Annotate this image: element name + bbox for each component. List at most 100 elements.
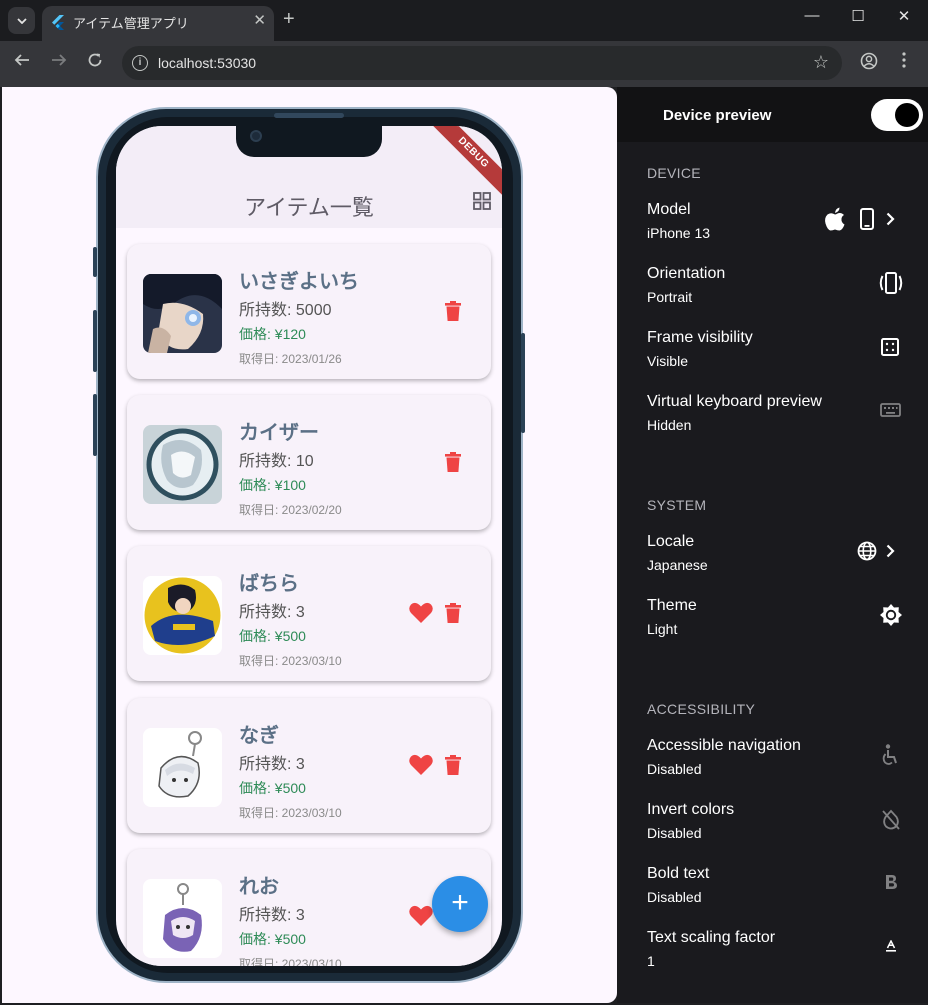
frame-visibility-label[interactable]: Frame visibility	[647, 329, 753, 347]
theme-value: Light	[647, 621, 678, 637]
apple-icon	[825, 207, 845, 231]
item-card[interactable]: いさぎよいち 所持数: 5000 価格: ¥120 取得日: 2023/01/2…	[127, 244, 491, 379]
item-image	[143, 576, 222, 655]
site-info-icon[interactable]: i	[132, 55, 148, 71]
screen-rotation-icon[interactable]	[878, 272, 904, 294]
item-name: れお	[239, 876, 279, 898]
phone-notch	[236, 126, 382, 157]
accessible-navigation-value: Disabled	[647, 761, 702, 777]
keyboard-value: Hidden	[647, 417, 692, 433]
reload-icon[interactable]	[87, 52, 103, 73]
delete-icon[interactable]	[445, 301, 461, 321]
phone-volume-down	[93, 394, 97, 456]
item-quantity: 所持数: 3	[239, 756, 305, 773]
item-card[interactable]: ばちら 所持数: 3 価格: ¥500 取得日: 2023/03/10	[127, 546, 491, 681]
locale-label[interactable]: Locale	[647, 533, 694, 551]
chevron-down-icon	[16, 17, 27, 24]
favorite-heart-icon[interactable]	[409, 905, 433, 926]
item-price: 価格: ¥100	[239, 477, 306, 493]
item-date: 取得日: 2023/01/26	[239, 352, 342, 366]
device-preview-toggle[interactable]	[871, 99, 923, 131]
item-card[interactable]: カイザー 所持数: 10 価格: ¥100 取得日: 2023/02/20	[127, 395, 491, 530]
item-image	[143, 274, 222, 353]
url-text: localhost:53030	[158, 55, 257, 71]
item-price: 価格: ¥500	[239, 780, 306, 796]
theme-label[interactable]: Theme	[647, 597, 697, 615]
bold-text-label[interactable]: Bold text	[647, 865, 709, 883]
item-price: 価格: ¥500	[239, 628, 306, 644]
tab-strip: アイテム管理アプリ ✕ + — ☐ ✕	[0, 0, 928, 41]
item-price: 価格: ¥120	[239, 326, 306, 342]
profile-icon[interactable]	[860, 52, 878, 75]
item-quantity: 所持数: 3	[239, 907, 305, 924]
item-date: 取得日: 2023/03/10	[239, 957, 342, 966]
item-name: なぎ	[239, 725, 279, 747]
window-close-button[interactable]: ✕	[889, 7, 919, 25]
model-value: iPhone 13	[647, 225, 711, 241]
page-title: アイテム一覧	[244, 195, 374, 220]
phone-power-button	[521, 333, 525, 433]
panel-header: Device preview	[617, 87, 928, 142]
camera-icon	[250, 130, 262, 142]
phone-volume-up	[93, 310, 97, 372]
bold-text-value: Disabled	[647, 889, 702, 905]
delete-icon[interactable]	[445, 452, 461, 472]
phone-mute-switch	[93, 247, 97, 277]
panel-title: Device preview	[663, 107, 772, 124]
keyboard-icon[interactable]	[880, 403, 901, 417]
section-accessibility: ACCESSIBILITY	[647, 701, 756, 717]
accessibility-icon[interactable]	[882, 744, 898, 766]
browser-toolbar: i localhost:53030 ☆	[0, 41, 928, 87]
favorite-heart-icon[interactable]	[409, 602, 433, 623]
brightness-icon[interactable]	[879, 603, 903, 627]
item-date: 取得日: 2023/03/10	[239, 806, 342, 820]
item-name: ばちら	[239, 573, 299, 595]
maximize-button[interactable]: ☐	[843, 7, 873, 25]
device-preview-panel: Device preview DEVICE Model iPhone 13 Or…	[617, 87, 928, 1003]
phone-speaker	[274, 113, 344, 118]
invert-colors-off-icon[interactable]	[881, 809, 901, 831]
browser-tab[interactable]: アイテム管理アプリ ✕	[42, 6, 274, 41]
toggle-knob	[895, 103, 919, 127]
item-quantity: 所持数: 5000	[239, 302, 332, 319]
accessible-navigation-label[interactable]: Accessible navigation	[647, 737, 801, 755]
more-menu-icon[interactable]	[902, 52, 906, 73]
item-image	[143, 425, 222, 504]
text-scaling-label[interactable]: Text scaling factor	[647, 929, 775, 947]
item-date: 取得日: 2023/02/20	[239, 503, 342, 517]
favorite-heart-icon[interactable]	[409, 754, 433, 775]
bold-icon[interactable]	[884, 874, 898, 890]
add-item-button[interactable]: +	[432, 876, 488, 932]
item-name: いさぎよいち	[239, 271, 359, 293]
item-price: 価格: ¥500	[239, 931, 306, 947]
tab-title: アイテム管理アプリ	[73, 16, 189, 31]
item-card[interactable]: なぎ 所持数: 3 価格: ¥500 取得日: 2023/03/10	[127, 698, 491, 833]
forward-icon[interactable]	[51, 52, 67, 73]
orientation-label[interactable]: Orientation	[647, 265, 725, 283]
invert-colors-label[interactable]: Invert colors	[647, 801, 734, 819]
delete-icon[interactable]	[445, 603, 461, 623]
bookmark-star-icon[interactable]: ☆	[813, 52, 829, 73]
model-label[interactable]: Model	[647, 201, 691, 219]
tab-search-button[interactable]	[8, 7, 35, 34]
item-date: 取得日: 2023/03/10	[239, 654, 342, 668]
minimize-button[interactable]: —	[797, 7, 827, 24]
orientation-value: Portrait	[647, 289, 693, 305]
item-image	[143, 879, 222, 958]
phone-icon	[860, 208, 874, 230]
grid-view-icon[interactable]	[473, 192, 491, 210]
tab-close-icon[interactable]: ✕	[253, 11, 266, 29]
delete-icon[interactable]	[445, 755, 461, 775]
flutter-icon	[52, 15, 64, 30]
back-icon[interactable]	[14, 52, 30, 73]
new-tab-button[interactable]: +	[283, 8, 295, 31]
chevron-right-icon[interactable]	[886, 212, 895, 226]
text-format-icon[interactable]	[886, 940, 896, 952]
keyboard-label[interactable]: Virtual keyboard preview	[647, 393, 822, 411]
frame-icon[interactable]	[881, 338, 899, 356]
address-bar[interactable]: i localhost:53030 ☆	[122, 46, 842, 80]
item-image	[143, 728, 222, 807]
globe-icon	[857, 541, 877, 561]
chevron-right-icon[interactable]	[886, 544, 895, 558]
section-system: SYSTEM	[647, 497, 707, 513]
